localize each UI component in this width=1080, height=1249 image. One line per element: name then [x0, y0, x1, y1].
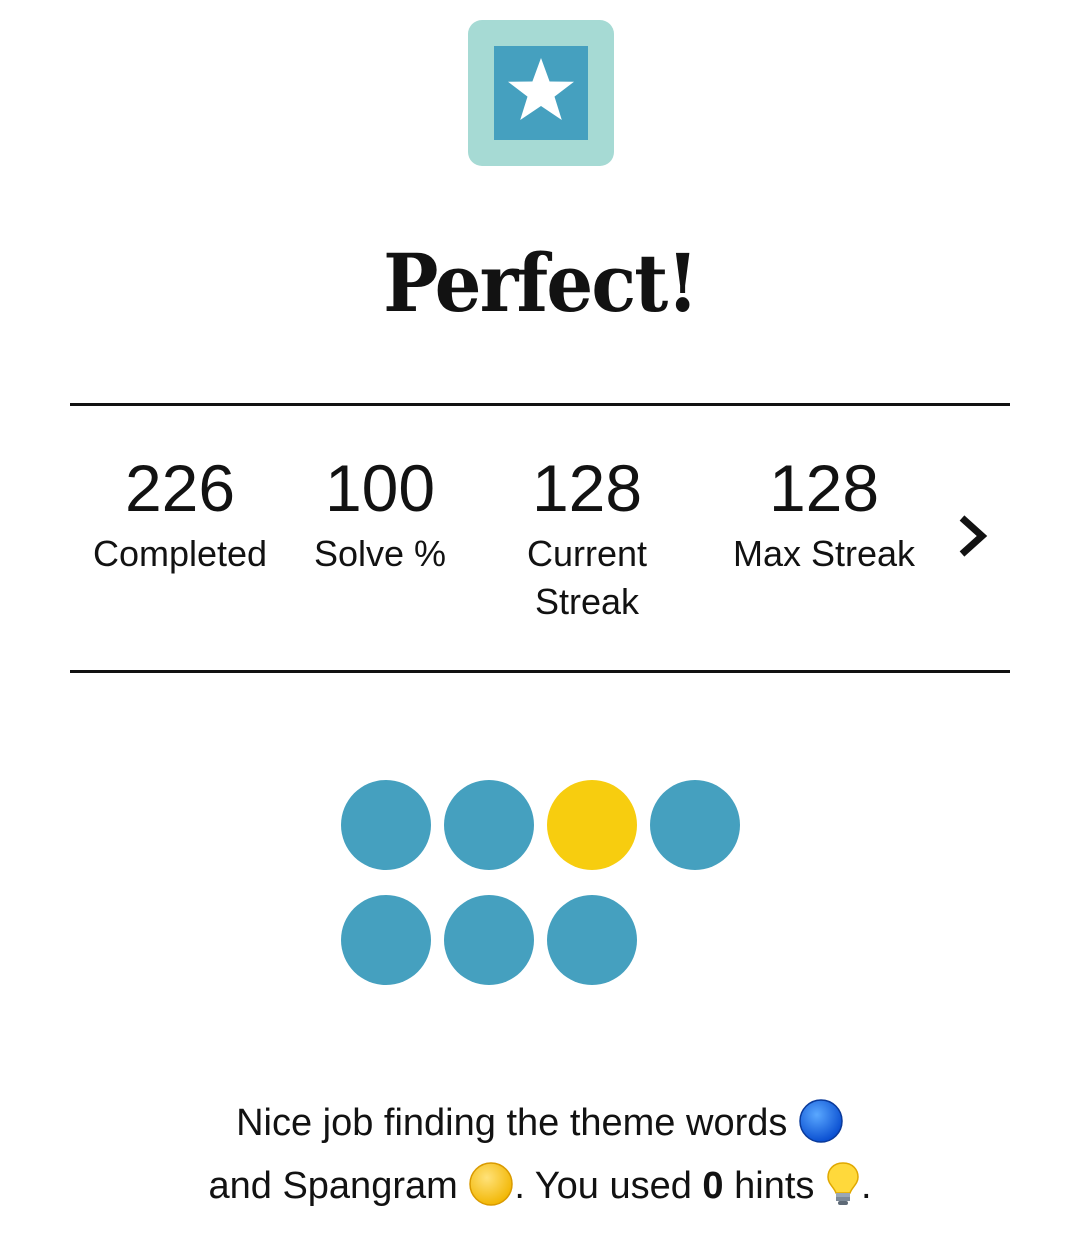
- yellow-circle-icon: [469, 1162, 514, 1206]
- stat-value: 128: [531, 451, 643, 525]
- badge-inner-square: [494, 46, 588, 140]
- stats-top-divider: [70, 403, 1010, 406]
- result-headline: Perfect!: [383, 236, 699, 330]
- summary-text: hints: [723, 1165, 815, 1207]
- chevron-right-icon: [959, 515, 988, 557]
- lightbulb-icon: [827, 1162, 859, 1205]
- stat-max-streak: 128 Max Streak: [712, 446, 936, 578]
- stat-label: Current Streak: [526, 533, 648, 622]
- theme-word-dot: [341, 895, 431, 985]
- summary-text: Nice job finding the theme words: [236, 1102, 788, 1144]
- result-summary: Nice job finding the theme words and Spa…: [0, 1092, 1080, 1218]
- stat-current-streak: 128 Current Streak: [500, 446, 674, 626]
- stats-bottom-divider: [70, 670, 1010, 673]
- perfect-badge: [468, 20, 614, 166]
- summary-line-1: Nice job finding the theme words: [0, 1092, 1080, 1155]
- theme-word-dot: [341, 780, 431, 870]
- summary-text: . You used: [514, 1165, 703, 1207]
- hints-count: 0: [702, 1165, 724, 1207]
- stat-value: 226: [124, 451, 236, 525]
- theme-word-dot: [547, 895, 637, 985]
- theme-word-dot: [444, 895, 534, 985]
- theme-word-dot: [650, 780, 740, 870]
- more-stats-button[interactable]: [950, 506, 996, 566]
- theme-word-dot: [444, 780, 534, 870]
- stat-solve-percent: 100 Solve %: [298, 446, 462, 578]
- stat-completed: 226 Completed: [80, 446, 280, 578]
- summary-text: .: [860, 1165, 872, 1207]
- blue-circle-icon: [799, 1099, 843, 1143]
- stat-value: 128: [768, 451, 880, 525]
- stat-label: Completed: [92, 533, 268, 574]
- stat-label: Max Streak: [732, 533, 916, 574]
- star-icon: [508, 58, 574, 120]
- stat-value: 100: [324, 451, 436, 525]
- spangram-dot: [547, 780, 637, 870]
- summary-line-2: and Spangram . You used 0 hints .: [0, 1155, 1080, 1218]
- summary-text: and Spangram: [208, 1165, 458, 1207]
- stat-label: Solve %: [313, 533, 447, 574]
